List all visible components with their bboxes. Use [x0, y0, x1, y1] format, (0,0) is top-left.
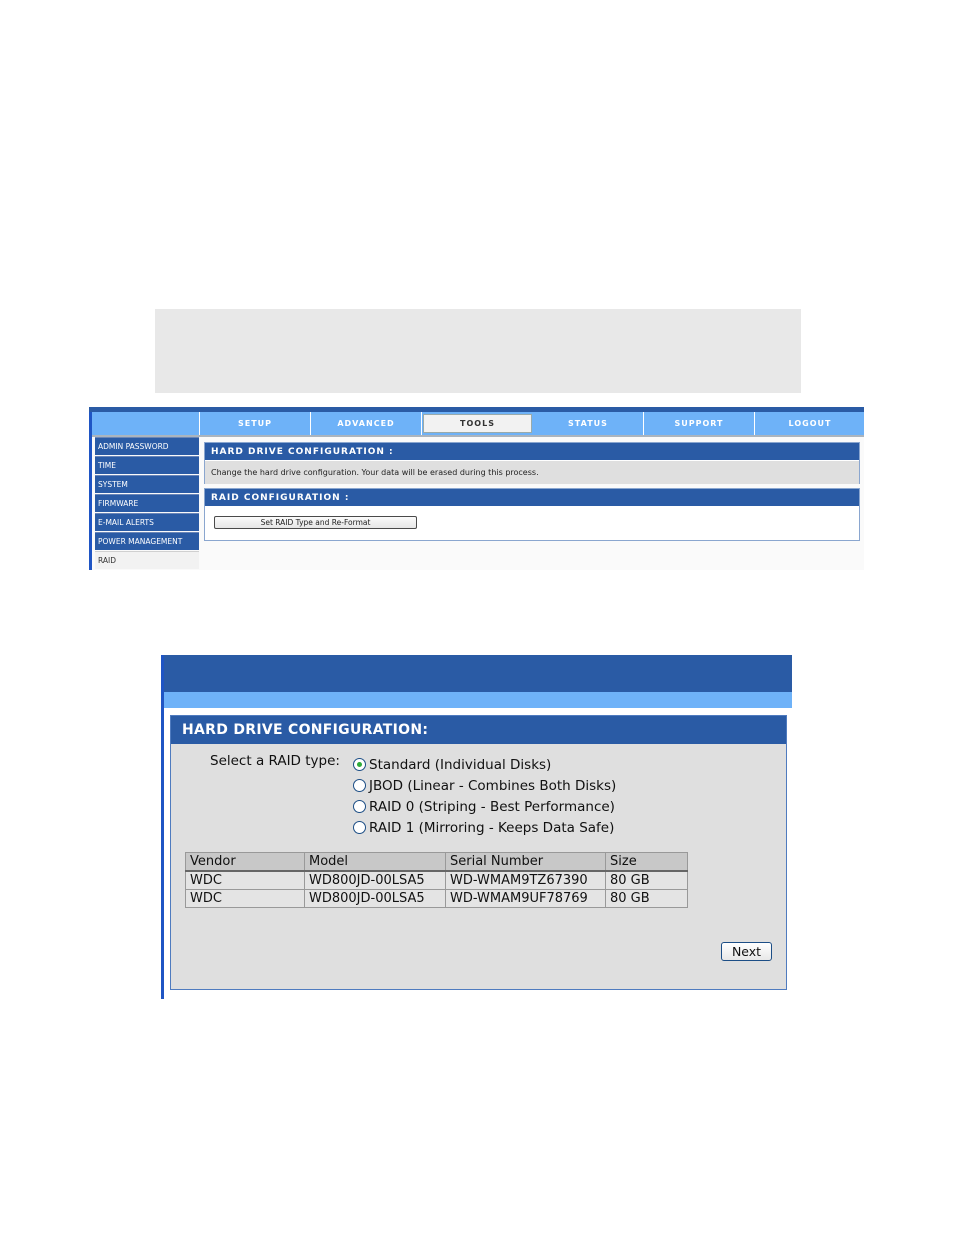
raid-wizard-page: HARD DRIVE CONFIGURATION: Select a RAID …	[161, 655, 792, 999]
column-header-vendor: Vendor	[185, 852, 305, 872]
tab-logout[interactable]: LOGOUT	[755, 412, 864, 435]
radio-option-raid0[interactable]: RAID 0 (Striping - Best Performance)	[353, 796, 616, 817]
column-header-model: Model	[304, 852, 446, 872]
cell-size: 80 GB	[605, 889, 688, 908]
nav-blank-cell	[92, 412, 200, 435]
radio-checked-icon[interactable]	[353, 758, 366, 771]
tab-support[interactable]: SUPPORT	[644, 412, 755, 435]
header-lightbar	[164, 692, 792, 708]
tab-setup[interactable]: SETUP	[200, 412, 311, 435]
cell-model: WD800JD-00LSA5	[304, 870, 446, 890]
panel-title: RAID CONFIGURATION :	[205, 489, 859, 506]
sidebar-item-firmware[interactable]: FIRMWARE	[95, 494, 199, 512]
router-tools-raid-page: SETUP ADVANCED TOOLS STATUS SUPPORT LOGO…	[89, 407, 864, 570]
raid-type-label: Select a RAID type:	[210, 753, 340, 769]
radio-unchecked-icon[interactable]	[353, 779, 366, 792]
wizard-title: HARD DRIVE CONFIGURATION:	[171, 716, 786, 744]
panel-title: HARD DRIVE CONFIGURATION :	[205, 443, 859, 460]
radio-unchecked-icon[interactable]	[353, 800, 366, 813]
top-navigation: SETUP ADVANCED TOOLS STATUS SUPPORT LOGO…	[92, 412, 864, 437]
option-label: RAID 1 (Mirroring - Keeps Data Safe)	[369, 819, 615, 836]
tab-tools[interactable]: TOOLS	[423, 414, 532, 433]
cell-vendor: WDC	[185, 870, 305, 890]
cell-vendor: WDC	[185, 889, 305, 908]
cell-serial: WD-WMAM9UF78769	[445, 889, 606, 908]
sidebar-item-system[interactable]: SYSTEM	[95, 475, 199, 493]
option-label: Standard (Individual Disks)	[369, 756, 552, 773]
header-banner	[164, 655, 792, 692]
column-header-size: Size	[605, 852, 688, 872]
column-header-serial: Serial Number	[445, 852, 606, 872]
radio-unchecked-icon[interactable]	[353, 821, 366, 834]
panel-description: Change the hard drive configuration. You…	[205, 460, 859, 484]
set-raid-type-button[interactable]: Set RAID Type and Re-Format	[214, 516, 417, 529]
sidebar-item-admin-password[interactable]: ADMIN PASSWORD	[95, 437, 199, 455]
next-button[interactable]: Next	[721, 942, 772, 961]
blank-gray-box	[155, 309, 801, 393]
sidebar-item-raid[interactable]: RAID	[95, 551, 199, 569]
tab-advanced[interactable]: ADVANCED	[311, 412, 422, 435]
radio-option-jbod[interactable]: JBOD (Linear - Combines Both Disks)	[353, 775, 616, 796]
table-row: WDC WD800JD-00LSA5 WD-WMAM9UF78769 80 GB	[185, 889, 688, 908]
raid-config-panel: RAID CONFIGURATION : Set RAID Type and R…	[204, 488, 860, 541]
sidebar-item-power-management[interactable]: POWER MANAGEMENT	[95, 532, 199, 550]
sidebar-item-email-alerts[interactable]: E-MAIL ALERTS	[95, 513, 199, 531]
sidebar-item-time[interactable]: TIME	[95, 456, 199, 474]
cell-size: 80 GB	[605, 870, 688, 890]
table-row: WDC WD800JD-00LSA5 WD-WMAM9TZ67390 80 GB	[185, 870, 688, 890]
disk-table: Vendor Model Serial Number Size WDC WD80…	[185, 852, 688, 908]
hard-drive-config-wizard: HARD DRIVE CONFIGURATION: Select a RAID …	[170, 715, 787, 990]
raid-type-options: Standard (Individual Disks) JBOD (Linear…	[353, 754, 616, 838]
table-header-row: Vendor Model Serial Number Size	[185, 852, 688, 872]
option-label: RAID 0 (Striping - Best Performance)	[369, 798, 615, 815]
radio-option-standard[interactable]: Standard (Individual Disks)	[353, 754, 616, 775]
radio-option-raid1[interactable]: RAID 1 (Mirroring - Keeps Data Safe)	[353, 817, 616, 838]
option-label: JBOD (Linear - Combines Both Disks)	[369, 777, 617, 794]
tab-status[interactable]: STATUS	[533, 412, 644, 435]
hard-drive-config-panel: HARD DRIVE CONFIGURATION : Change the ha…	[204, 442, 860, 484]
cell-serial: WD-WMAM9TZ67390	[445, 870, 606, 890]
cell-model: WD800JD-00LSA5	[304, 889, 446, 908]
sidebar: ADMIN PASSWORD TIME SYSTEM FIRMWARE E-MA…	[95, 437, 199, 570]
